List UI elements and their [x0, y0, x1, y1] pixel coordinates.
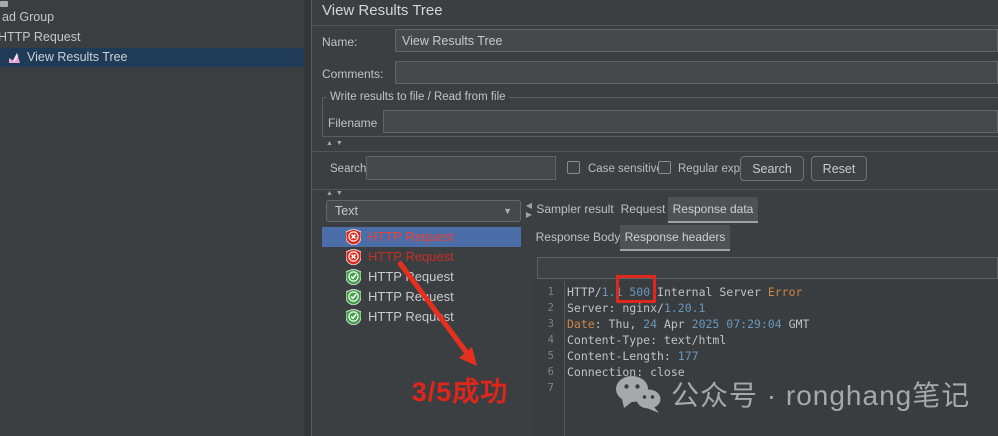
regular-exp-label: Regular exp.	[678, 163, 743, 175]
search-label: Search:	[330, 163, 370, 175]
success-ratio-note: 3/5成功	[405, 370, 515, 409]
wechat-icon	[615, 374, 661, 414]
line-number: 6	[532, 364, 554, 380]
result-item[interactable]: HTTP Request	[322, 287, 521, 307]
tab-request[interactable]: Request	[618, 197, 668, 223]
success-shield-icon	[346, 269, 361, 285]
name-label: Name:	[322, 35, 357, 49]
sidebar-item-thread-group[interactable]: ad Group	[2, 9, 54, 26]
watermark-text: 公众号 · ronghang笔记	[671, 374, 970, 414]
separator-line	[312, 151, 998, 152]
chevron-down-icon: ▼	[503, 201, 512, 221]
results-tree-list: HTTP RequestHTTP RequestHTTP RequestHTTP…	[322, 227, 521, 327]
search-button[interactable]: Search	[740, 156, 804, 181]
reset-button[interactable]: Reset	[811, 156, 867, 181]
result-item-label: HTTP Request	[368, 227, 454, 247]
view-as-value: Text	[335, 204, 358, 218]
response-search-input[interactable]	[537, 257, 998, 279]
success-shield-icon	[346, 289, 361, 305]
test-plan-tree: ad Group HTTP Request View Results Tree	[0, 0, 304, 436]
highlight-box-500	[616, 275, 656, 303]
line-number: 2	[532, 300, 554, 316]
case-sensitive-checkbox[interactable]	[567, 161, 580, 174]
tab-response-body[interactable]: Response Body	[532, 225, 624, 251]
result-item-label: HTTP Request	[368, 287, 454, 307]
line-number: 1	[532, 284, 554, 300]
result-item-label: HTTP Request	[368, 247, 454, 267]
results-tree-icon	[8, 51, 21, 64]
result-item[interactable]: HTTP Request	[322, 247, 521, 267]
line-number: 4	[532, 332, 554, 348]
tab-response-data[interactable]: Response data	[668, 197, 758, 223]
result-item-label: HTTP Request	[368, 307, 454, 327]
line-number: 5	[532, 348, 554, 364]
jmeter-window: ad Group HTTP Request View Results Tree …	[0, 0, 998, 436]
watermark: 公众号 · ronghang笔记	[615, 374, 970, 414]
filename-input[interactable]	[383, 110, 998, 133]
result-item-label: HTTP Request	[368, 267, 454, 287]
sidebar-item-http-request[interactable]: HTTP Request	[0, 29, 80, 46]
line-number: 3	[532, 316, 554, 332]
name-input[interactable]	[395, 29, 998, 52]
sidebar-divider-line	[311, 0, 312, 436]
collapse-expand-arrows[interactable]: ▲▼	[326, 190, 346, 197]
success-shield-icon	[346, 309, 361, 325]
code-line: 4Content-Type: text/html	[532, 332, 998, 348]
write-results-group-title: Write results to file / Read from file	[327, 91, 509, 103]
comments-input[interactable]	[395, 61, 998, 84]
sidebar-item-label: View Results Tree	[27, 50, 128, 64]
regular-exp-checkbox[interactable]	[658, 161, 671, 174]
sidebar-divider[interactable]	[304, 0, 311, 436]
result-item[interactable]: HTTP Request	[322, 227, 521, 247]
sidebar-item-view-results-tree[interactable]: View Results Tree	[0, 48, 304, 67]
code-line: 1HTTP/1.1 500 Internal Server Error	[532, 284, 998, 300]
title-separator	[312, 25, 998, 26]
tab-response-headers[interactable]: Response headers	[620, 225, 730, 251]
line-number: 7	[532, 380, 554, 396]
error-shield-icon	[346, 249, 361, 265]
code-line: 2Server: nginx/1.20.1	[532, 300, 998, 316]
separator-line	[312, 189, 998, 190]
search-input[interactable]	[366, 156, 556, 180]
comments-label: Comments:	[322, 67, 383, 81]
partial-tree-icon	[0, 1, 8, 7]
filename-label: Filename	[328, 116, 377, 130]
case-sensitive-label: Case sensitive	[588, 163, 663, 175]
tab-sampler-result[interactable]: Sampler result	[532, 197, 618, 223]
result-item[interactable]: HTTP Request	[322, 307, 521, 327]
result-item[interactable]: HTTP Request	[322, 267, 521, 287]
code-line: 3Date: Thu, 24 Apr 2025 07:29:04 GMT	[532, 316, 998, 332]
view-as-dropdown[interactable]: Text ▼	[326, 200, 521, 222]
error-shield-icon	[346, 229, 361, 245]
collapse-expand-arrows[interactable]: ▲▼	[326, 140, 346, 147]
code-line: 5Content-Length: 177	[532, 348, 998, 364]
page-title: View Results Tree	[322, 2, 443, 19]
